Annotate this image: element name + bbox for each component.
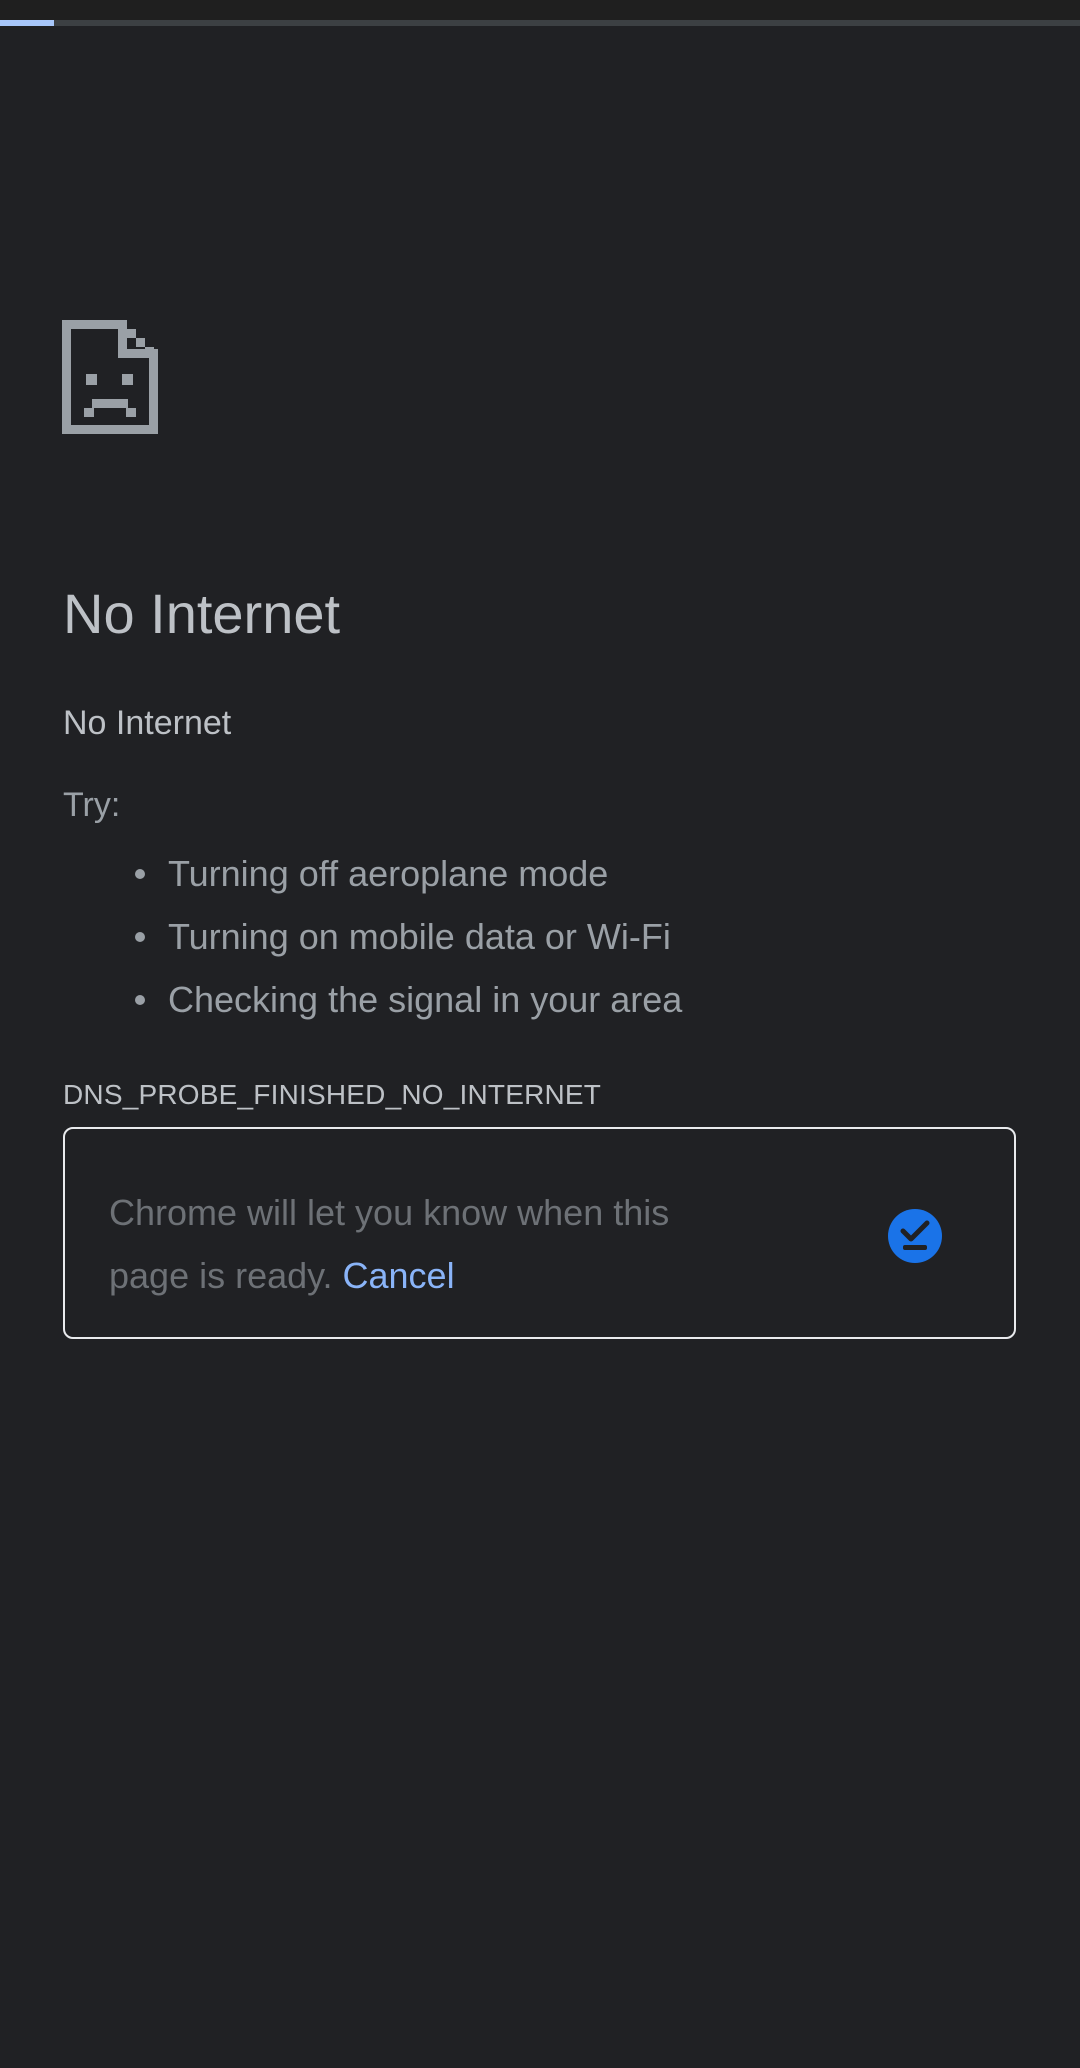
error-summary: No Internet bbox=[63, 704, 232, 742]
error-code: DNS_PROBE_FINISHED_NO_INTERNET bbox=[63, 1079, 602, 1110]
suggestion-list: Turning off aeroplane mode Turning on mo… bbox=[135, 842, 682, 1031]
page-title: No Internet bbox=[63, 582, 341, 645]
sad-document-icon bbox=[62, 320, 158, 434]
page-load-progress-bar bbox=[0, 20, 1080, 26]
suggestion-item: Checking the signal in your area bbox=[135, 968, 682, 1031]
page-load-progress-fill bbox=[0, 20, 54, 26]
notification-text: Chrome will let you know when this page … bbox=[109, 1181, 749, 1307]
download-check-icon bbox=[888, 1209, 942, 1263]
suggestion-item: Turning on mobile data or Wi-Fi bbox=[135, 905, 682, 968]
cancel-link[interactable]: Cancel bbox=[343, 1255, 455, 1296]
try-label: Try: bbox=[63, 786, 121, 824]
suggestion-item: Turning off aeroplane mode bbox=[135, 842, 682, 905]
auto-reload-notification: Chrome will let you know when this page … bbox=[63, 1127, 1016, 1339]
status-bar bbox=[0, 0, 1080, 20]
